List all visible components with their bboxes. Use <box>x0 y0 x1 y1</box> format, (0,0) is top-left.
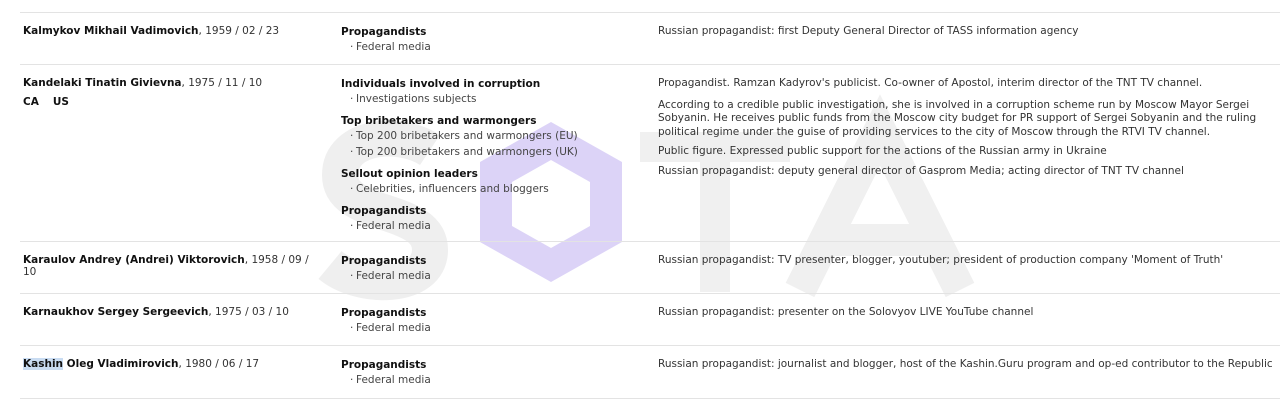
category-sub[interactable]: · Federal media <box>341 320 641 336</box>
category-title[interactable]: Propagandists <box>341 204 641 218</box>
person-cell: Karnaukhov Sergey Sergeevich, 1975 / 03 … <box>23 306 323 318</box>
person-name[interactable]: Karaulov Andrey (Andrei) Viktorovich <box>23 254 245 266</box>
person-name[interactable]: Kandelaki Tinatin Givievna <box>23 77 182 89</box>
person-dob: , 1980 / 06 / 17 <box>178 358 260 370</box>
category-sub[interactable]: · Top 200 bribetakers and warmongers (UK) <box>341 144 641 160</box>
category-sub[interactable]: · Federal media <box>341 372 641 388</box>
table-row: Kandelaki Tinatin Givievna, 1975 / 11 / … <box>20 64 1280 242</box>
description-cell: Russian propagandist: TV presenter, blog… <box>658 254 1280 274</box>
table-row: Kalmykov Mikhail Vadimovich, 1959 / 02 /… <box>20 12 1280 65</box>
category-title[interactable]: Propagandists <box>341 306 641 320</box>
description-text: Russian propagandist: first Deputy Gener… <box>658 25 1079 37</box>
category-sub[interactable]: · Celebrities, influencers and bloggers <box>341 181 641 197</box>
category-cell: Propagandists · Federal media <box>341 25 641 62</box>
category-sub[interactable]: · Federal media <box>341 218 641 234</box>
category-title[interactable]: Propagandists <box>341 358 641 372</box>
description-text: Russian propagandist: journalist and blo… <box>658 358 1273 370</box>
category-title[interactable]: Propagandists <box>341 254 641 268</box>
category-cell: Propagandists · Federal media <box>341 358 641 395</box>
category-sub[interactable]: · Federal media <box>341 268 641 284</box>
country-badge: CA <box>23 96 39 108</box>
category-cell: Propagandists · Federal media <box>341 306 641 343</box>
description-text: Public figure. Expressed public support … <box>658 145 1107 157</box>
description-text: Propagandist. Ramzan Kadyrov's publicist… <box>658 77 1203 89</box>
description-text: Russian propagandist: TV presenter, blog… <box>658 254 1224 266</box>
description-cell: Propagandist. Ramzan Kadyrov's publicist… <box>658 77 1280 184</box>
category-title[interactable]: Propagandists <box>341 25 641 39</box>
person-name-highlighted[interactable]: Kashin <box>23 358 64 370</box>
table-row: Karnaukhov Sergey Sergeevich, 1975 / 03 … <box>20 293 1280 346</box>
description-cell: Russian propagandist: presenter on the S… <box>658 306 1280 326</box>
person-cell: Kandelaki Tinatin Givievna, 1975 / 11 / … <box>23 77 323 108</box>
description-cell: Russian propagandist: first Deputy Gener… <box>658 25 1280 45</box>
category-sub[interactable]: · Investigations subjects <box>341 91 641 107</box>
person-dob: , 1959 / 02 / 23 <box>198 25 280 37</box>
table-row: Karaulov Andrey (Andrei) Viktorovich, 19… <box>20 241 1280 294</box>
description-cell: Russian propagandist: journalist and blo… <box>658 358 1280 378</box>
table-row: Kashin Oleg Vladimirovich, 1980 / 06 / 1… <box>20 345 1280 399</box>
description-text: Russian propagandist: deputy general dir… <box>658 164 1184 177</box>
person-name[interactable]: Oleg Vladimirovich <box>63 358 179 370</box>
person-name[interactable]: Karnaukhov Sergey Sergeevich <box>23 306 208 318</box>
category-cell: Propagandists · Federal media <box>341 254 641 291</box>
person-cell: Kashin Oleg Vladimirovich, 1980 / 06 / 1… <box>23 358 323 370</box>
country-badges: CA US <box>23 96 323 108</box>
person-name[interactable]: Kalmykov Mikhail Vadimovich <box>23 25 199 37</box>
category-title[interactable]: Top bribetakers and warmongers <box>341 114 641 128</box>
category-title[interactable]: Individuals involved in corruption <box>341 77 641 91</box>
person-cell: Karaulov Andrey (Andrei) Viktorovich, 19… <box>23 254 323 278</box>
description-text: Russian propagandist: presenter on the S… <box>658 306 1034 318</box>
country-badge: US <box>52 96 69 108</box>
category-sub[interactable]: · Federal media <box>341 39 641 55</box>
category-title[interactable]: Sellout opinion leaders <box>341 167 641 181</box>
person-dob: , 1975 / 11 / 10 <box>181 77 263 89</box>
description-text: According to a credible public investiga… <box>658 98 1257 138</box>
category-cell: Individuals involved in corruption · Inve… <box>341 77 641 241</box>
person-cell: Kalmykov Mikhail Vadimovich, 1959 / 02 /… <box>23 25 323 37</box>
person-dob: , 1975 / 03 / 10 <box>208 306 289 318</box>
category-sub[interactable]: · Top 200 bribetakers and warmongers (EU) <box>341 128 641 144</box>
